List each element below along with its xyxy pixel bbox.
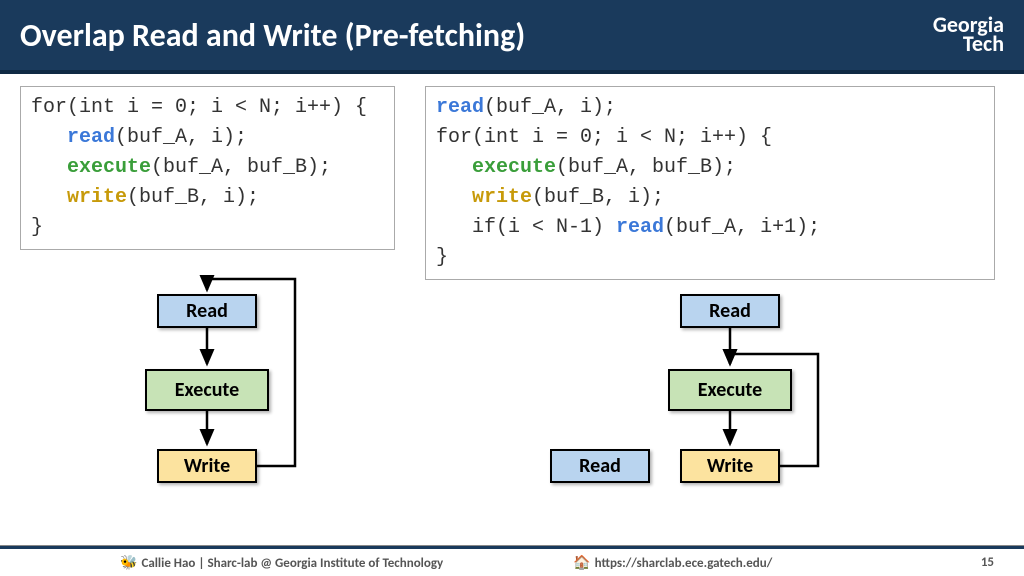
gatech-logo: Georgia Tech: [933, 16, 1004, 53]
code-keyword: execute: [472, 156, 556, 179]
code-text: (buf_B, i);: [127, 186, 259, 209]
slide-header: Overlap Read and Write (Pre-fetching) Ge…: [0, 0, 1024, 74]
slide-content: for(int i = 0; i < N; i++) { read(buf_A,…: [0, 74, 1024, 534]
code-text: [436, 186, 472, 209]
box-read-left: Read: [157, 294, 257, 328]
code-keyword: write: [67, 186, 127, 209]
slide-title: Overlap Read and Write (Pre-fetching): [20, 16, 525, 55]
code-text: (buf_A, buf_B);: [151, 156, 331, 179]
code-text: for(int i = 0; i < N; i++) {: [31, 96, 367, 119]
code-keyword: read: [616, 216, 664, 239]
code-keyword: read: [67, 126, 115, 149]
code-text: (buf_B, i);: [532, 186, 664, 209]
bee-icon: 🐝: [120, 554, 137, 571]
box-execute-left: Execute: [145, 369, 269, 411]
box-read-right-side: Read: [550, 449, 650, 483]
page-number: 15: [981, 555, 994, 570]
code-text: for(int i = 0; i < N; i++) {: [436, 126, 772, 149]
code-keyword: read: [436, 96, 484, 119]
code-text: [31, 126, 67, 149]
code-text: (buf_A, buf_B);: [556, 156, 736, 179]
code-keyword: write: [472, 186, 532, 209]
slide-footer: 🐝Callie Hao | Sharc-lab @ Georgia Instit…: [0, 546, 1024, 576]
code-block-left: for(int i = 0; i < N; i++) { read(buf_A,…: [20, 86, 395, 250]
code-text: (buf_A, i);: [115, 126, 247, 149]
home-icon: 🏠: [573, 554, 590, 571]
footer-author: 🐝Callie Hao | Sharc-lab @ Georgia Instit…: [120, 554, 443, 571]
box-write-left: Write: [157, 449, 257, 483]
code-text: }: [436, 246, 448, 269]
code-text: [31, 156, 67, 179]
code-text: (buf_A, i);: [484, 96, 616, 119]
code-keyword: execute: [67, 156, 151, 179]
code-text: [31, 186, 67, 209]
code-text: [436, 156, 472, 179]
box-read-right-top: Read: [680, 294, 780, 328]
box-execute-right: Execute: [668, 369, 792, 411]
code-text: (buf_A, i+1);: [664, 216, 820, 239]
code-text: if(i < N-1): [436, 216, 616, 239]
code-text: }: [31, 216, 43, 239]
box-write-right: Write: [680, 449, 780, 483]
code-block-right: read(buf_A, i); for(int i = 0; i < N; i+…: [425, 86, 995, 280]
footer-url: 🏠https://sharclab.ece.gatech.edu/: [573, 554, 772, 571]
